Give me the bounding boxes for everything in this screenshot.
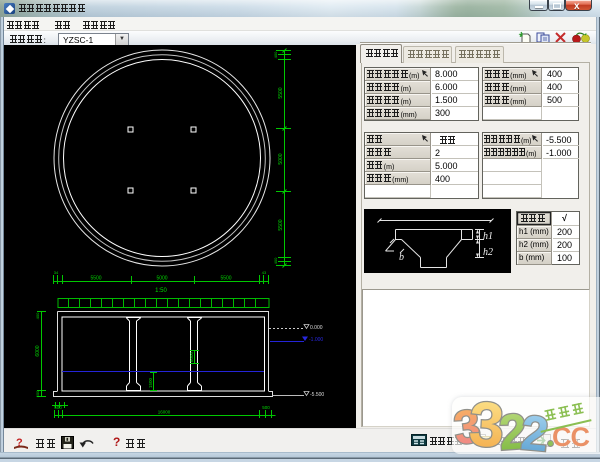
svg-text:-1.000: -1.000 (309, 337, 323, 343)
svg-text:400: 400 (273, 51, 278, 58)
svg-text:500: 500 (54, 405, 62, 410)
svg-text:-5.500: -5.500 (310, 392, 324, 398)
svg-text:43: 43 (262, 270, 267, 275)
svg-text:6000: 6000 (189, 351, 194, 362)
svg-text:h2: h2 (483, 247, 493, 258)
svg-text:500: 500 (35, 390, 40, 397)
svg-text:0.000: 0.000 (310, 325, 323, 331)
svg-text:6000: 6000 (35, 345, 41, 356)
svg-text:h1: h1 (483, 231, 493, 242)
svg-text:5500: 5500 (90, 276, 101, 282)
svg-text:34: 34 (54, 270, 59, 275)
svg-text:500: 500 (262, 405, 270, 410)
svg-text:5000: 5000 (278, 153, 284, 164)
svg-text:5500: 5500 (278, 219, 284, 230)
svg-text:400: 400 (35, 312, 40, 319)
svg-text:16000: 16000 (158, 410, 171, 415)
svg-text:1500: 1500 (148, 377, 153, 388)
svg-text:400: 400 (273, 257, 278, 264)
svg-text:b: b (399, 252, 404, 263)
svg-text:5500: 5500 (278, 87, 284, 98)
svg-text:?: ? (16, 437, 23, 449)
svg-text:5500: 5500 (220, 276, 231, 282)
svg-text:5000: 5000 (156, 276, 167, 282)
svg-text:1:50: 1:50 (155, 288, 167, 294)
